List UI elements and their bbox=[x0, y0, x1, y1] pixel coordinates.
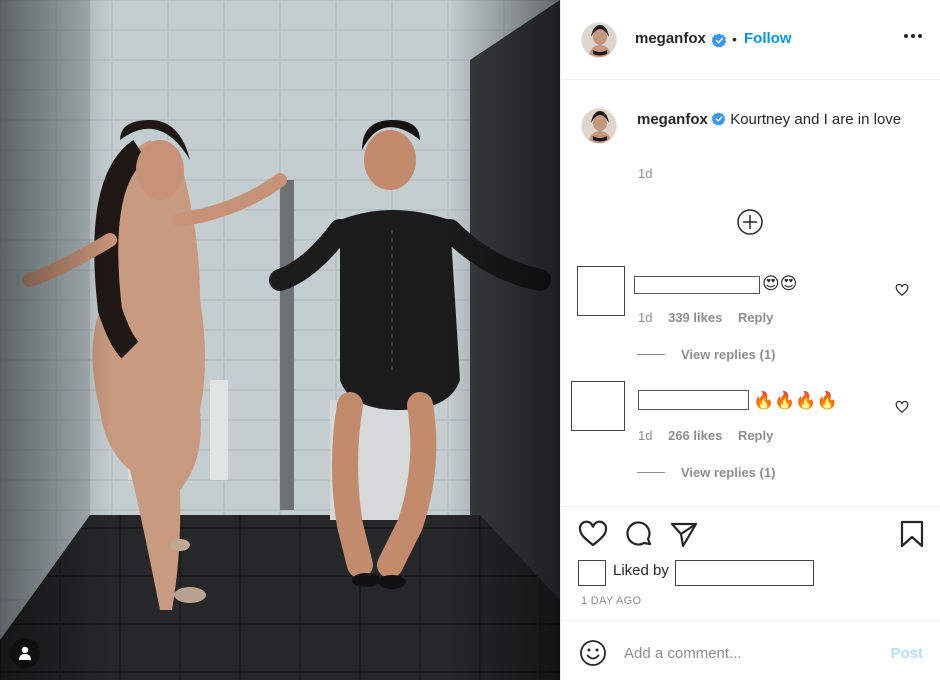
post-date[interactable]: 1 DAY AGO bbox=[581, 595, 641, 607]
author-username[interactable]: meganfox bbox=[635, 30, 706, 47]
view-replies-label: View replies (1) bbox=[681, 347, 776, 362]
caption-time[interactable]: 1d bbox=[638, 166, 652, 181]
commenter-username-redacted[interactable] bbox=[638, 390, 749, 410]
comment-likes[interactable]: 339 likes bbox=[668, 310, 722, 325]
replies-line bbox=[637, 354, 665, 355]
comment-icon[interactable] bbox=[624, 519, 654, 549]
post-header: meganfox • Follow bbox=[561, 0, 940, 80]
liked-by-user-redacted[interactable] bbox=[675, 560, 814, 586]
load-more-comments-icon[interactable] bbox=[736, 208, 764, 236]
reply-button[interactable]: Reply bbox=[738, 310, 773, 325]
comment-text: 😍😍 bbox=[762, 274, 798, 294]
replies-line bbox=[637, 472, 665, 473]
verified-badge-icon bbox=[712, 33, 727, 48]
add-comment-bar: Post bbox=[561, 620, 940, 680]
caption: meganfox Kourtney and I are in love bbox=[637, 110, 917, 130]
comment-text: 🔥🔥🔥🔥 bbox=[753, 391, 838, 411]
comment-time[interactable]: 1d bbox=[638, 428, 652, 443]
header-separator: • bbox=[732, 31, 737, 47]
liked-by-label: Liked by bbox=[613, 562, 669, 579]
commenter-username-redacted[interactable] bbox=[634, 276, 760, 294]
comment-meta: 1d 339 likes Reply bbox=[638, 310, 773, 325]
user-tag-icon[interactable] bbox=[10, 638, 40, 668]
comment-meta: 1d 266 likes Reply bbox=[638, 428, 773, 443]
post-details-pane: meganfox • Follow meganfox Kourtney and … bbox=[560, 0, 940, 680]
author-avatar[interactable] bbox=[581, 22, 617, 58]
caption-author-avatar[interactable] bbox=[581, 108, 617, 144]
comment-likes[interactable]: 266 likes bbox=[668, 428, 722, 443]
more-options-icon[interactable] bbox=[904, 34, 922, 40]
comment-like-heart-icon[interactable] bbox=[895, 283, 909, 297]
caption-body: Kourtney and I are in love bbox=[730, 111, 902, 128]
commenter-avatar-redacted[interactable] bbox=[577, 266, 625, 316]
liked-by-avatar-redacted[interactable] bbox=[578, 560, 606, 586]
actions-divider bbox=[561, 506, 940, 507]
commenter-avatar-redacted[interactable] bbox=[571, 381, 625, 431]
bookmark-icon[interactable] bbox=[897, 519, 927, 549]
comment-time[interactable]: 1d bbox=[638, 310, 652, 325]
share-icon[interactable] bbox=[669, 519, 699, 549]
like-heart-icon[interactable] bbox=[578, 519, 608, 549]
reply-button[interactable]: Reply bbox=[738, 428, 773, 443]
view-replies-label: View replies (1) bbox=[681, 465, 776, 480]
comment-input[interactable] bbox=[624, 639, 874, 667]
post-comment-button[interactable]: Post bbox=[890, 645, 923, 662]
photo-scene bbox=[0, 0, 560, 680]
post-photo[interactable] bbox=[0, 0, 560, 680]
caption-verified-badge-icon bbox=[711, 112, 726, 126]
comment-like-heart-icon[interactable] bbox=[895, 400, 909, 414]
follow-button[interactable]: Follow bbox=[744, 30, 792, 47]
view-replies-button[interactable]: View replies (1) bbox=[637, 347, 775, 362]
caption-author[interactable]: meganfox bbox=[637, 111, 708, 128]
emoji-icon[interactable] bbox=[579, 639, 607, 667]
view-replies-button[interactable]: View replies (1) bbox=[637, 465, 775, 480]
